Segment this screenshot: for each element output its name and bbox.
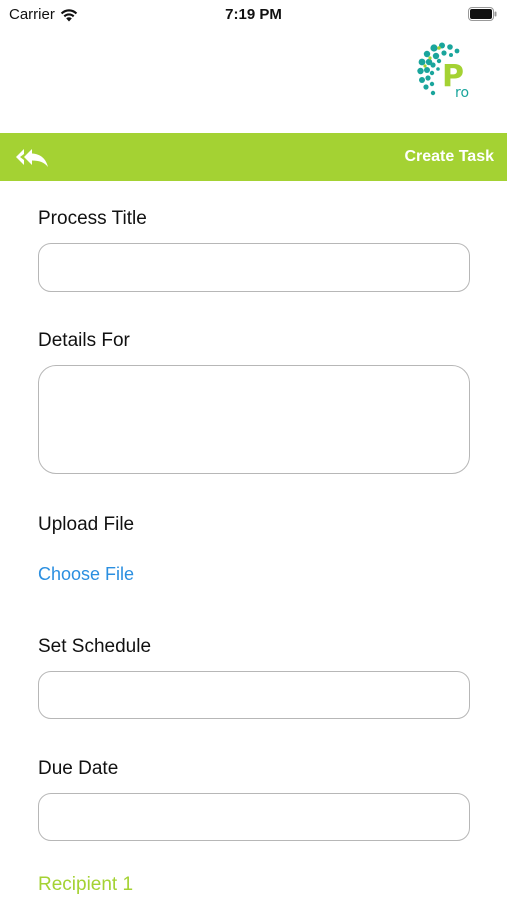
process-title-input[interactable]	[38, 243, 470, 292]
set-schedule-label: Set Schedule	[38, 636, 152, 657]
upload-file-label: Upload File	[38, 514, 135, 535]
logo-letters-ro: ro	[455, 85, 469, 100]
battery-icon	[468, 7, 497, 21]
details-textarea[interactable]	[38, 365, 470, 474]
due-date-label: Due Date	[38, 758, 119, 779]
app-logo: P ro	[417, 42, 469, 100]
recipient-label: Recipient 1	[38, 874, 134, 895]
status-time: 7:19 PM	[225, 6, 282, 23]
set-schedule-input[interactable]	[38, 671, 470, 719]
page-title: Create Task	[404, 148, 494, 165]
status-bar: Carrier 7:19 PM	[0, 0, 507, 30]
choose-file-button[interactable]: Choose File	[38, 564, 134, 585]
process-title-label: Process Title	[38, 208, 147, 229]
header-bar: Create Task	[0, 133, 507, 181]
due-date-input[interactable]	[38, 793, 470, 841]
reply-all-icon[interactable]	[14, 145, 50, 169]
details-label: Details For	[38, 330, 130, 351]
